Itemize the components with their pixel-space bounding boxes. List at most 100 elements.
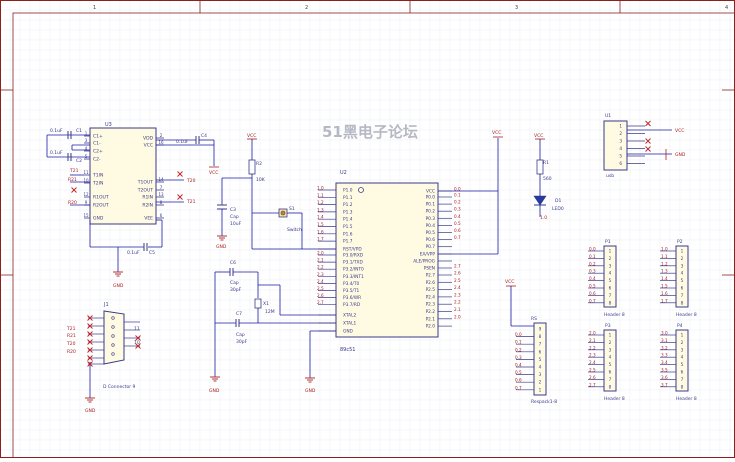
c6-name: Cap xyxy=(230,280,239,286)
j1-pin-t21: T21 xyxy=(66,326,76,332)
u3-pin-name: VCC xyxy=(144,143,153,149)
zone-label: 1 xyxy=(93,5,96,11)
rs-pin-number: 5 xyxy=(539,357,542,362)
u3-net-t21-in: T21 xyxy=(69,168,79,174)
header-pin-number: 8 xyxy=(609,300,612,305)
schematic-drawing: 1 2 3 4 U3 1C1+3C1-4C2+5C2-11T1IN10T2IN12R1… xyxy=(0,0,735,459)
u2-pin-name: P1.7 xyxy=(343,239,353,245)
u3-pin-name: T1IN xyxy=(92,173,103,179)
c7-value: 30pF xyxy=(236,339,248,345)
led-vcc-label: VCC xyxy=(534,133,543,139)
osc-gnd-symbol xyxy=(210,376,220,382)
u3-vee-cap: C5 0.1uF GND xyxy=(89,219,163,289)
header-net-label: 2.3 xyxy=(589,353,596,358)
u2-pin-name: P0.7 xyxy=(426,244,436,250)
rs-net-label: 0.3 xyxy=(515,355,522,360)
u2-right-net: 2.3 xyxy=(454,292,461,297)
header-net-label: 0.4 xyxy=(589,276,596,281)
header-net-label: 1.6 xyxy=(661,291,668,296)
d1-name: LED0 xyxy=(552,206,564,212)
u3-pin-name: R1IN xyxy=(142,195,153,201)
u3-pin-number: 16 xyxy=(158,140,164,145)
u2-vcc-label: VCC xyxy=(492,130,501,136)
rs-vcc-label: VCC xyxy=(505,279,514,285)
j1-pin-11: 11 xyxy=(134,326,140,332)
header-name: Header 8 xyxy=(604,312,625,318)
j1-pin-r20: R20 xyxy=(67,349,76,355)
header-net-label: 1.5 xyxy=(661,284,668,289)
u2-pin-name: P0.6 xyxy=(426,237,436,243)
d1-ref: D1 xyxy=(555,198,561,204)
u2-gnd-label: GND xyxy=(305,388,316,394)
r1-ref: R1 xyxy=(543,160,549,166)
header-pin-number: 1 xyxy=(609,333,612,338)
header-pin-number: 3 xyxy=(681,347,684,352)
header-pin-number: 5 xyxy=(609,278,612,283)
rs-resistor-pack[interactable]: VCC RS Respack1-8 xyxy=(505,279,557,405)
watermark: 51黑电子论坛 xyxy=(322,123,418,141)
header-p2[interactable]: P2 Header 8 1 1.0 2 1.1 3 1.2 4 1.3 5 1.4 6 1.5 7 1.6 8 1… xyxy=(660,239,697,318)
rs-net-label: 0.0 xyxy=(515,332,522,337)
r2-ref: R2 xyxy=(256,161,262,167)
header-pin-number: 1 xyxy=(681,249,684,254)
header-p1[interactable]: P1 Header 8 1 0.0 2 0.1 3 0.2 4 0.3 5 0.4 6 0.5 7 0.6 8 0… xyxy=(588,239,625,318)
header-net-label: 1.1 xyxy=(661,254,668,259)
u3-pin-number: 7 xyxy=(160,185,163,190)
u3-max232[interactable]: U3 1C1+3C1-4C2+5C2-11T1IN10T2IN12R1OUT9R… xyxy=(83,122,164,225)
u2-right-net: 0.1 xyxy=(454,193,461,198)
u2-right-net: 0.7 xyxy=(454,235,461,240)
c3-name: Cap xyxy=(230,214,239,220)
u1-usb-connector[interactable]: U1 usb VCC GND xyxy=(603,113,686,179)
header-net-label: 0.2 xyxy=(589,261,596,266)
u3-pin-name: T2IN xyxy=(92,181,103,187)
header-pin-number: 7 xyxy=(609,293,612,298)
u3-pin-name: R2OUT xyxy=(93,203,109,209)
u2-left-net: 2.6 xyxy=(317,293,324,298)
header-pin-number: 5 xyxy=(681,278,684,283)
header-net-label: 1.4 xyxy=(661,276,668,281)
u3-pin-name: GND xyxy=(93,216,104,222)
u2-pin-name: ALE/PROG xyxy=(413,259,435,265)
u1-pin-number: 5 xyxy=(619,154,622,159)
u2-left-net: 1.4 xyxy=(317,215,324,220)
zone-label: 3 xyxy=(515,5,518,11)
u2-pin-name: EA/VPP xyxy=(420,252,436,258)
c4-ref: C4 xyxy=(201,133,207,139)
rs-pin-number: 4 xyxy=(539,365,542,370)
u2-pin-name: GND xyxy=(343,329,354,335)
u2-pin-name: P1.5 xyxy=(343,224,353,230)
led-circuit[interactable]: VCC R1 560 D1 LED0 1.0 xyxy=(533,133,564,221)
u2-pin-name: P1.6 xyxy=(343,231,353,237)
u2-right-net: 0.4 xyxy=(454,214,461,219)
u3-pin-name: R1OUT xyxy=(93,195,109,201)
header-net-label: 0.1 xyxy=(589,254,596,259)
rs-pin-number: 2 xyxy=(539,380,542,385)
u2-pin-name: P0.0 xyxy=(426,195,436,201)
u2-pin-name: P3.0/RXD xyxy=(343,253,364,259)
u3-gnd-symbol xyxy=(113,271,123,277)
u3-pin-number: 8 xyxy=(160,200,163,205)
c5-value: 0.1uF xyxy=(127,250,140,256)
header-net-label: 0.5 xyxy=(589,284,596,289)
header-pin-number: 7 xyxy=(681,293,684,298)
schematic-canvas: 1 2 3 4 U3 1 C1+ 3 C1- 4 C2+ 5 C2- 11 T1IN 10 T2IN 12 R1… xyxy=(0,0,735,459)
u3-pin-name: R2IN xyxy=(142,203,153,209)
u2-pin-name: P0.4 xyxy=(426,223,436,229)
u2-pin-name: RST/VPD xyxy=(343,247,362,253)
u2-pin-name: P2.0 xyxy=(426,324,436,330)
u2-pin-name: P0.2 xyxy=(426,209,436,215)
reset-gnd-label: GND xyxy=(216,244,227,250)
u2-left-net: 2.4 xyxy=(317,279,324,284)
u2-pin-name: P1.1 xyxy=(343,195,353,201)
u2-right-net: 0.3 xyxy=(454,207,461,212)
u2-left-net: 2.5 xyxy=(317,286,324,291)
c2-value: 0.1uF xyxy=(50,150,63,156)
header-net-label: 0.7 xyxy=(589,298,596,303)
header-pin-number: 2 xyxy=(609,256,612,261)
u2-pin-name: P0.1 xyxy=(426,202,436,208)
rs-net-label: 0.1 xyxy=(515,340,522,345)
header-pin-number: 7 xyxy=(609,377,612,382)
header-pin-number: 5 xyxy=(609,362,612,367)
j1-pin-r21: R21 xyxy=(67,333,76,339)
u3-pin-number: 15 xyxy=(83,213,89,218)
